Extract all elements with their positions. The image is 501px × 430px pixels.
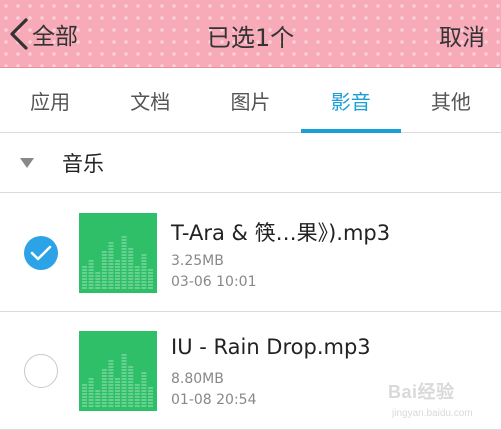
file-row[interactable]: T-Ara & 筷…果》).mp3 3.25MB 03-06 10:01 bbox=[0, 194, 501, 312]
file-date: 03-06 10:01 bbox=[171, 274, 257, 290]
file-name: T-Ara & 筷…果》).mp3 bbox=[171, 221, 391, 245]
audio-file-icon bbox=[79, 331, 157, 411]
music-section-header[interactable]: 音乐 bbox=[0, 133, 501, 193]
tab-apps[interactable]: 应用 bbox=[0, 68, 100, 132]
audio-file-icon bbox=[79, 213, 157, 293]
cancel-button[interactable]: 取消 bbox=[439, 18, 485, 52]
baidu-watermark: Bai经验 jingyan.baidu.com bbox=[388, 372, 498, 428]
category-tabs: 应用 文档 图片 影音 其他 bbox=[0, 68, 501, 133]
tab-documents[interactable]: 文档 bbox=[100, 68, 200, 132]
checkmark-icon bbox=[30, 245, 52, 261]
equalizer-icon bbox=[82, 354, 153, 407]
tab-media[interactable]: 影音 bbox=[300, 68, 402, 133]
top-bar: 全部 已选1个 取消 bbox=[0, 0, 501, 68]
file-size: 3.25MB bbox=[171, 253, 224, 269]
checkbox-checked[interactable] bbox=[24, 236, 58, 270]
tab-other[interactable]: 其他 bbox=[401, 68, 501, 132]
triangle-down-icon bbox=[20, 157, 34, 168]
watermark-brand: Bai经验 bbox=[388, 382, 455, 402]
checkbox-unchecked[interactable] bbox=[24, 354, 58, 388]
page-title: 已选1个 bbox=[206, 24, 295, 52]
file-size: 8.80MB bbox=[171, 371, 224, 387]
watermark-url: jingyan.baidu.com bbox=[392, 408, 473, 419]
tab-pictures[interactable]: 图片 bbox=[200, 68, 300, 132]
file-date: 01-08 20:54 bbox=[171, 392, 257, 408]
file-name: IU - Rain Drop.mp3 bbox=[171, 335, 371, 359]
section-label: 音乐 bbox=[62, 151, 104, 176]
equalizer-icon bbox=[82, 236, 153, 289]
